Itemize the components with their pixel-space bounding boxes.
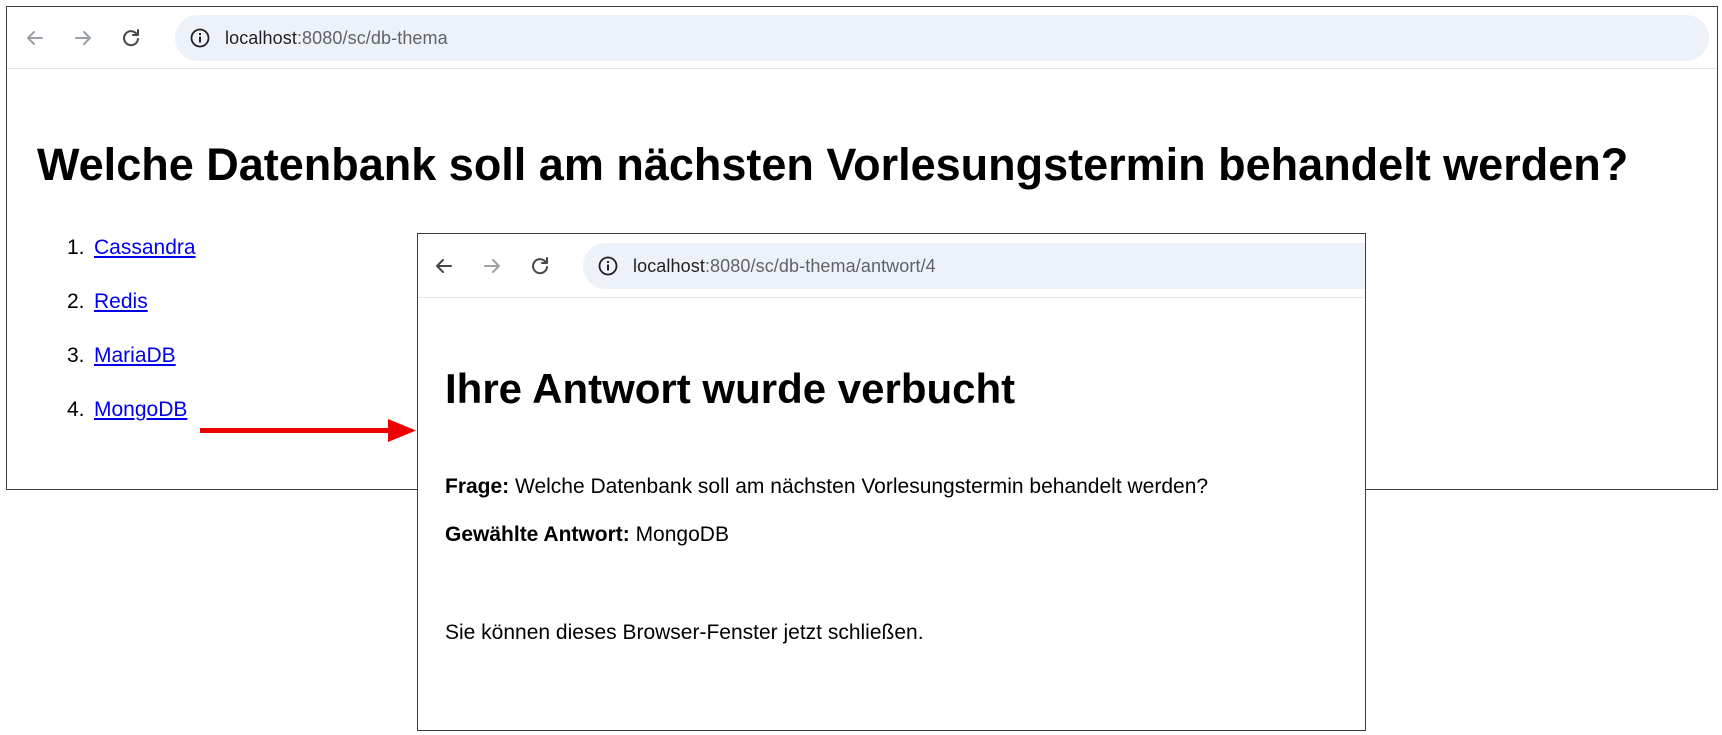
option-link-mariadb[interactable]: MariaDB	[94, 344, 176, 367]
question-line: Frage: Welche Datenbank soll am nächsten…	[445, 475, 1208, 499]
forward-button[interactable]	[69, 24, 97, 52]
url-text[interactable]: localhost:8080/sc/db-thema	[225, 28, 448, 49]
info-icon[interactable]	[597, 255, 619, 277]
reload-button[interactable]	[526, 252, 554, 280]
list-item: 1. Cassandra	[67, 235, 196, 289]
list-item: 4. MongoDB	[67, 397, 196, 451]
browser-toolbar: localhost:8080/sc/db-thema/antwort/4	[418, 234, 1365, 298]
option-link-cassandra[interactable]: Cassandra	[94, 236, 196, 259]
url-host: localhost	[633, 255, 705, 276]
forward-arrow-icon	[75, 30, 91, 45]
list-item: 2. Redis	[67, 289, 196, 343]
question-text: Welche Datenbank soll am nächsten Vorles…	[509, 475, 1209, 498]
chosen-answer-line: Gewählte Antwort: MongoDB	[445, 523, 729, 547]
address-bar[interactable]: localhost:8080/sc/db-thema	[175, 15, 1709, 61]
red-arrow-icon	[200, 419, 416, 442]
back-button[interactable]	[21, 24, 49, 52]
chosen-answer-label: Gewählte Antwort:	[445, 523, 630, 546]
list-item-number: 4.	[67, 398, 85, 421]
forward-arrow-icon	[484, 258, 500, 273]
reload-button[interactable]	[117, 24, 145, 52]
option-link-mongodb[interactable]: MongoDB	[94, 398, 187, 421]
answer-browser-window: localhost:8080/sc/db-thema/antwort/4 Ihr…	[417, 233, 1366, 731]
list-item: 3. MariaDB	[67, 343, 196, 397]
reload-icon	[123, 28, 139, 46]
url-text[interactable]: localhost:8080/sc/db-thema/antwort/4	[633, 256, 936, 277]
info-icon[interactable]	[189, 27, 211, 49]
chosen-answer-text: MongoDB	[629, 523, 729, 546]
browser-toolbar: localhost:8080/sc/db-thema	[7, 7, 1717, 69]
database-options-list: 1. Cassandra 2. Redis 3. MariaDB 4. MongoDB	[67, 235, 196, 451]
list-item-number: 1.	[67, 236, 85, 259]
address-bar[interactable]: localhost:8080/sc/db-thema/antwort/4	[583, 243, 1365, 289]
list-item-number: 2.	[67, 290, 85, 313]
question-label: Frage:	[445, 475, 510, 498]
option-link-redis[interactable]: Redis	[94, 290, 148, 313]
url-path: :8080/sc/db-thema/antwort/4	[704, 255, 936, 276]
back-arrow-icon	[27, 30, 43, 45]
reload-icon	[532, 256, 548, 274]
back-button[interactable]	[430, 252, 458, 280]
url-path: :8080/sc/db-thema	[296, 27, 448, 48]
page-title: Welche Datenbank soll am nächsten Vorles…	[37, 139, 1629, 190]
back-arrow-icon	[436, 258, 452, 273]
list-item-number: 3.	[67, 344, 85, 367]
url-host: localhost	[225, 27, 297, 48]
forward-button[interactable]	[478, 252, 506, 280]
page-title: Ihre Antwort wurde verbucht	[445, 365, 1016, 412]
close-window-message: Sie können dieses Browser-Fenster jetzt …	[445, 621, 924, 644]
